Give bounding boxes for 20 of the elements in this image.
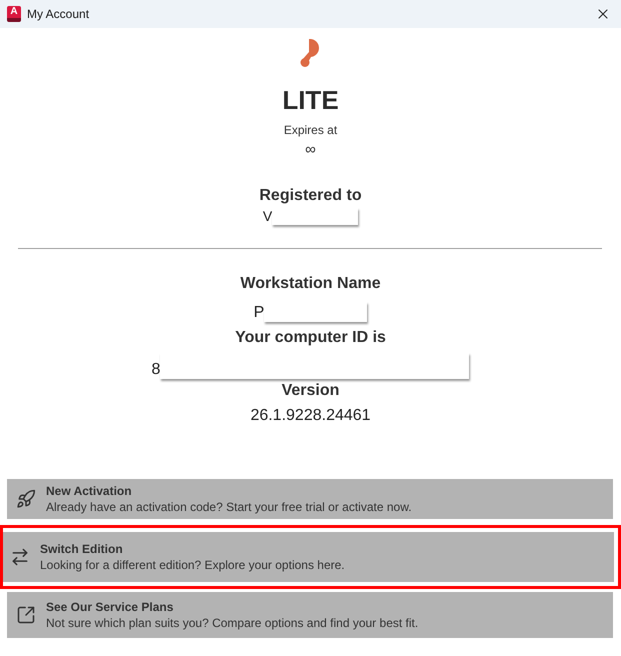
option-button[interactable]: New Activation Already have an activation code? Start your free trial or activate now. [7, 479, 613, 519]
external-link-icon [16, 605, 36, 625]
field-value: 8 [152, 361, 160, 379]
logo-icon [300, 38, 322, 68]
option-button[interactable]: Switch Edition Looking for a different edition? Explore your options here. [3, 532, 614, 582]
option-button[interactable]: See Our Service Plans Not sure which plan suits you? Compare options and find your best fit. [7, 592, 613, 638]
rocket-icon [16, 489, 36, 509]
edition-name: LITE [282, 84, 339, 116]
field-value: 26.1.9228.24461 [250, 407, 371, 425]
swap-arrows-icon [10, 547, 30, 567]
field-label: Registered to [259, 186, 362, 206]
expires-value: ∞ [305, 141, 316, 159]
field-label: Workstation Name [240, 274, 381, 294]
window-title: My Account [27, 6, 90, 23]
expires-label: Expires at [284, 122, 338, 138]
field-label: Your computer ID is [235, 328, 386, 348]
field-label: Version [282, 381, 340, 401]
app-icon: A [7, 6, 21, 22]
field-value: P [254, 304, 264, 322]
field-value: V [262, 207, 272, 225]
